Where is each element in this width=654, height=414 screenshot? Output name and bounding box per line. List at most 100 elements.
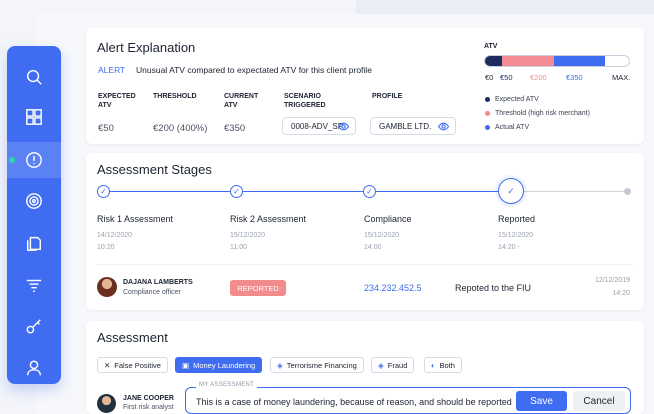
user-icon	[26, 360, 42, 376]
report-time: 14:20	[612, 290, 630, 297]
legend-expected-label: Expected ATV	[495, 96, 539, 103]
stage-4-name: Reported	[498, 214, 536, 224]
nav-dashboard[interactable]	[7, 99, 61, 135]
filter-both-label: Both	[439, 360, 455, 370]
stages-divider	[97, 264, 633, 265]
half-circle-icon: ◐	[431, 360, 436, 370]
stage-2-check-icon[interactable]: ✓	[230, 185, 243, 198]
eye-icon[interactable]	[338, 121, 349, 132]
atv-bar	[484, 55, 630, 67]
analyst-role: First risk analyst	[123, 404, 174, 411]
stage-4-date: 15/12/2020	[498, 232, 534, 239]
nav-alerts[interactable]	[7, 142, 61, 178]
bag-icon: ▣	[182, 360, 190, 370]
nav-search[interactable]	[7, 59, 61, 95]
save-button[interactable]: Save	[516, 391, 567, 411]
stage-4-time: 14:20 -	[498, 244, 520, 251]
filter-icon	[26, 279, 42, 293]
filter-money-laundering[interactable]: ▣ Money Laundering	[175, 357, 263, 373]
legend-dot	[485, 125, 490, 130]
profile-chip[interactable]: GAMBLE LTD.	[370, 117, 456, 135]
filter-false-positive-label: False Positive	[114, 360, 161, 370]
report-note: Repoted to the FIU	[455, 283, 532, 293]
atv-label-350: €350	[566, 73, 583, 82]
assessment-field-label: MY ASSESSMENT	[196, 382, 258, 388]
filter-false-positive[interactable]: ✕ False Positive	[97, 357, 168, 373]
sidebar	[7, 46, 61, 384]
header-current-atv: CURRENT ATV	[224, 93, 259, 109]
avatar	[97, 277, 117, 297]
nav-documents[interactable]	[7, 225, 61, 261]
eye-target-icon	[26, 193, 42, 209]
legend-actual: Actual ATV	[485, 124, 529, 131]
stage-4-check-icon[interactable]: ✓	[498, 178, 524, 204]
legend-expected: Expected ATV	[485, 96, 539, 103]
filter-both[interactable]: ◐ Both	[424, 357, 462, 373]
threshold-value: €200 (400%)	[153, 123, 208, 134]
nav-profile[interactable]	[7, 350, 61, 386]
header-expected-atv: EXPECTED ATV	[98, 93, 136, 109]
atv-label-50: €50	[500, 73, 513, 82]
analyst-name: JANE COOPER	[123, 395, 174, 402]
report-date: 12/12/2019	[594, 277, 630, 284]
stages-track-remaining	[516, 191, 628, 192]
filter-money-laundering-label: Money Laundering	[193, 360, 256, 370]
nav-tools[interactable]	[7, 308, 61, 344]
dashboard-icon	[26, 109, 42, 125]
legend-dot	[485, 97, 490, 102]
shield-icon: ◈	[277, 360, 283, 370]
status-badge: REPORTED	[230, 280, 286, 296]
header-scenario: SCENARIO TRIGGERED	[284, 93, 326, 109]
alert-title: Alert Explanation	[97, 40, 196, 55]
atv-label-max: MAX.	[612, 73, 631, 82]
atv-segment-2	[502, 56, 554, 66]
active-indicator	[9, 157, 15, 163]
legend-threshold-label: Threshold (high risk merchant)	[495, 110, 590, 117]
profile-value: GAMBLE LTD.	[379, 121, 432, 131]
close-icon: ✕	[104, 360, 111, 370]
eye-icon[interactable]	[438, 121, 449, 132]
stage-3-date: 15/12/2020	[364, 232, 400, 239]
stage-1-check-icon[interactable]: ✓	[97, 185, 110, 198]
stage-2-date: 15/12/2020	[230, 232, 266, 239]
stages-title: Assessment Stages	[97, 162, 212, 177]
header-threshold: THRESHOLD	[153, 93, 197, 100]
assessment-text[interactable]: This is a case of money laundering, beca…	[196, 397, 512, 407]
avatar	[97, 394, 116, 413]
report-number-link[interactable]: 234.232.452.5	[364, 283, 422, 293]
key-icon	[26, 319, 41, 334]
nav-filter[interactable]	[7, 267, 61, 303]
atv-label-0: €0	[485, 73, 494, 82]
nav-monitor[interactable]	[7, 183, 61, 219]
filter-fraud[interactable]: ◈ Fraud	[371, 357, 415, 373]
stage-3-check-icon[interactable]: ✓	[363, 185, 376, 198]
cancel-button[interactable]: Cancel	[573, 391, 625, 411]
stage-1-date: 14/12/2020	[97, 232, 133, 239]
filter-terrorisme-financing[interactable]: ◈ Terrorisme Financing	[270, 357, 364, 373]
current-atv-value: €350	[224, 123, 246, 134]
alert-icon	[26, 152, 42, 168]
atv-segment-3	[553, 56, 605, 66]
stage-2-time: 11:00	[230, 244, 247, 251]
stage-end-dot	[624, 188, 631, 195]
top-background-strip	[356, 0, 654, 14]
stage-1-name: Risk 1 Assessment	[97, 214, 174, 224]
filter-fraud-label: Fraud	[387, 360, 408, 370]
search-icon	[26, 69, 42, 85]
stage-2-name: Risk 2 Assessment	[230, 214, 307, 224]
scenario-chip[interactable]: 0008-ADV_SP	[282, 117, 356, 135]
officer-role: Compliance officer	[123, 289, 181, 296]
atv-title: ATV	[484, 43, 498, 50]
assessment-title: Assessment	[97, 330, 168, 345]
legend-dot	[485, 111, 490, 116]
filter-terrorisme-financing-label: Terrorisme Financing	[286, 360, 357, 370]
legend-threshold: Threshold (high risk merchant)	[485, 110, 590, 117]
stage-1-time: 10:20	[97, 244, 115, 251]
alert-tag: ALERT	[98, 65, 126, 75]
stage-3-time: 14:00	[364, 244, 382, 251]
scenario-value: 0008-ADV_SP	[291, 121, 344, 131]
documents-icon	[26, 236, 42, 251]
atv-segment-1	[485, 56, 503, 66]
header-profile: PROFILE	[372, 93, 403, 100]
alert-message: Unusual ATV compared to expectated ATV f…	[136, 65, 372, 75]
